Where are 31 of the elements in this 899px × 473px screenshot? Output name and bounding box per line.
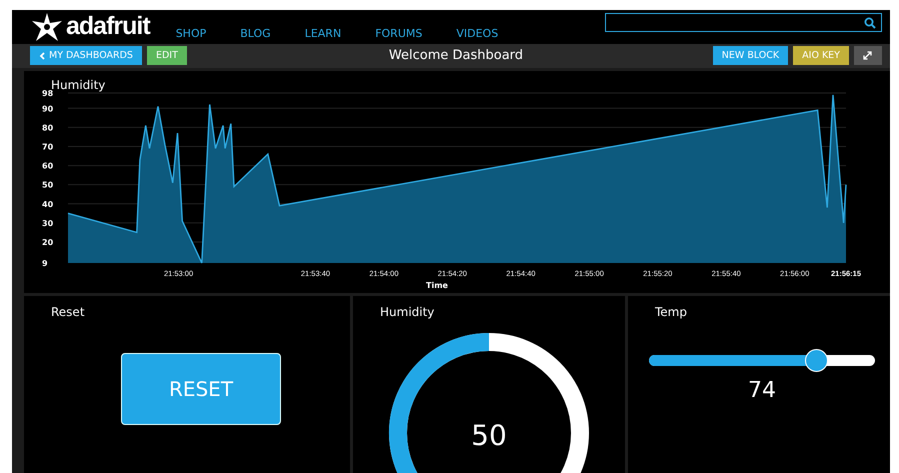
chart-title: Humidity [51, 77, 106, 92]
dashboard-title: Welcome Dashboard [388, 48, 524, 64]
search-icon [864, 16, 876, 29]
slider-thumb[interactable] [805, 349, 828, 372]
nav-link[interactable]: FORUMS [375, 27, 422, 40]
chevron-left-icon [39, 52, 45, 60]
y-tick-label: 20 [42, 238, 54, 247]
y-tick-label: 98 [42, 89, 54, 98]
search-field[interactable] [605, 13, 882, 32]
x-axis-label: Time [426, 281, 448, 290]
slider[interactable] [649, 349, 875, 372]
expand-icon [863, 51, 872, 60]
nav-link[interactable]: SHOP [176, 27, 206, 40]
y-tick-label: 40 [42, 200, 54, 209]
nav-link[interactable]: BLOG [240, 27, 271, 40]
nav-link[interactable]: VIDEOS [456, 27, 498, 40]
logo-text[interactable]: adafruit [66, 12, 150, 42]
expand-button[interactable] [854, 46, 882, 66]
y-tick-label: 30 [42, 218, 54, 228]
y-tick-label: 90 [42, 104, 54, 114]
y-tick-label: 9 [42, 259, 48, 268]
block-title: Reset [50, 304, 86, 319]
block-title: Temp [654, 304, 688, 319]
gauge-value: 50 [471, 419, 507, 452]
nav-link[interactable]: LEARN [304, 27, 342, 40]
y-tick-label: 50 [42, 180, 54, 190]
y-tick-label: 80 [42, 123, 54, 132]
block-title: Humidity [379, 304, 436, 319]
y-tick-label: 60 [42, 162, 54, 171]
y-tick-label: 70 [42, 142, 54, 152]
slider-value: 74 [748, 378, 776, 403]
